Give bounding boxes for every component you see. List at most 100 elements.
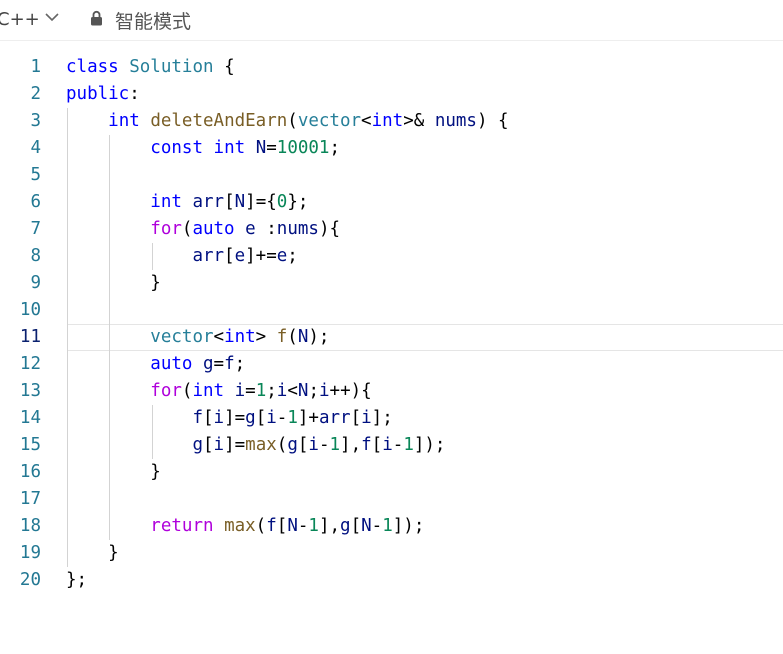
code-token: g: [340, 516, 351, 536]
line-number: 6: [30, 192, 41, 212]
code-token: ) {: [476, 111, 509, 131]
code-token: ;: [234, 354, 246, 374]
code-token: [: [202, 435, 214, 455]
code-token: >&: [403, 111, 435, 131]
code-token: ]=: [224, 408, 246, 428]
code-token: arr: [318, 408, 351, 428]
code-token: :: [129, 84, 140, 104]
code-token: ;: [308, 381, 319, 401]
code-token: arr: [192, 246, 225, 266]
code-token: e: [234, 246, 246, 266]
code-token: [: [255, 408, 267, 428]
line-number: 1: [30, 57, 41, 77]
code-token: class: [66, 57, 119, 77]
code-token: 10001: [276, 138, 330, 158]
code-token: f: [192, 408, 203, 428]
code-line[interactable]: vector<int> f(N);: [66, 324, 329, 351]
code-token: N: [297, 327, 309, 347]
code-token: 1: [329, 435, 341, 455]
code-token: -: [276, 408, 288, 428]
line-number: 3: [30, 111, 41, 131]
code-token: <: [361, 111, 372, 131]
code-token: }: [66, 543, 119, 563]
code-token: (: [181, 219, 193, 239]
chevron-down-icon: [45, 13, 59, 22]
code-line[interactable]: auto g=f;: [66, 351, 245, 378]
code-token: [: [202, 408, 214, 428]
code-token: (: [276, 435, 288, 455]
code-token: g: [245, 408, 256, 428]
line-number: 14: [19, 408, 41, 428]
code-token: return: [150, 516, 214, 536]
code-token: g: [203, 354, 214, 374]
line-number: 13: [19, 381, 41, 401]
code-token: -: [392, 435, 404, 455]
line-number: 4: [30, 138, 41, 158]
code-token: deleteAndEarn: [150, 111, 288, 131]
code-token: max: [245, 435, 277, 455]
code-token: vector: [150, 327, 214, 347]
code-line[interactable]: public:: [66, 81, 140, 108]
code-token: ]+: [297, 408, 319, 428]
indent-guide: [109, 135, 110, 540]
line-number: 11: [19, 327, 41, 347]
line-number: 17: [19, 489, 41, 509]
code-token: N: [255, 138, 267, 158]
code-token: N: [287, 516, 298, 536]
code-token: 0: [276, 192, 288, 212]
code-token: ];: [371, 408, 393, 428]
code-line[interactable]: arr[e]+=e;: [66, 243, 297, 270]
code-token: i: [213, 435, 225, 455]
code-token: [: [224, 192, 235, 212]
line-number: 12: [19, 354, 41, 374]
code-token: arr: [192, 192, 225, 212]
code-token: N: [297, 381, 309, 401]
code-line[interactable]: return max(f[N-1],g[N-1]);: [66, 513, 424, 540]
mode-label[interactable]: 智能模式: [115, 7, 191, 34]
code-line[interactable]: }: [66, 540, 119, 567]
line-number: 18: [19, 516, 41, 536]
code-token: (: [255, 516, 267, 536]
code-token: int: [108, 111, 140, 131]
code-line[interactable]: const int N=10001;: [66, 135, 340, 162]
code-token: int: [192, 381, 225, 401]
code-line[interactable]: class Solution {: [66, 54, 235, 81]
code-line[interactable]: g[i]=max(g[i-1],f[i-1]);: [66, 432, 445, 459]
code-token: i: [308, 435, 319, 455]
code-token: Solution: [129, 57, 214, 77]
code-line[interactable]: f[i]=g[i-1]+arr[i];: [66, 405, 393, 432]
code-token: e: [276, 246, 288, 266]
code-token: nums: [276, 219, 319, 239]
code-line[interactable]: };: [66, 567, 87, 594]
code-line[interactable]: for(int i=1;i<N;i++){: [66, 378, 371, 405]
indent-guide: [152, 243, 153, 270]
line-number: 15: [19, 435, 41, 455]
code-line[interactable]: }: [66, 459, 161, 486]
line-number: 9: [30, 273, 41, 293]
code-editor[interactable]: 1 class Solution {2 public: 3 int deleteAnd…: [0, 41, 783, 654]
code-line[interactable]: int deleteAndEarn(vector<int>& nums) {: [66, 108, 509, 135]
line-number: 8: [30, 246, 41, 266]
code-token: };: [287, 192, 309, 212]
code-token: auto: [150, 354, 193, 374]
code-token: -: [371, 516, 383, 536]
indent-guide: [67, 108, 68, 567]
code-line[interactable]: }: [66, 270, 161, 297]
code-token: auto: [192, 219, 235, 239]
code-token: nums: [434, 111, 477, 131]
code-token: i: [234, 381, 246, 401]
code-token: public: [66, 84, 130, 104]
code-line[interactable]: for(auto e :nums){: [66, 216, 340, 243]
code-token: >: [255, 327, 277, 347]
code-token: ;: [266, 381, 277, 401]
code-line[interactable]: int arr[N]={0};: [66, 189, 308, 216]
code-token: max: [224, 516, 256, 536]
code-token: i: [213, 408, 225, 428]
code-token: ]={: [245, 192, 277, 212]
code-token: [: [371, 435, 383, 455]
